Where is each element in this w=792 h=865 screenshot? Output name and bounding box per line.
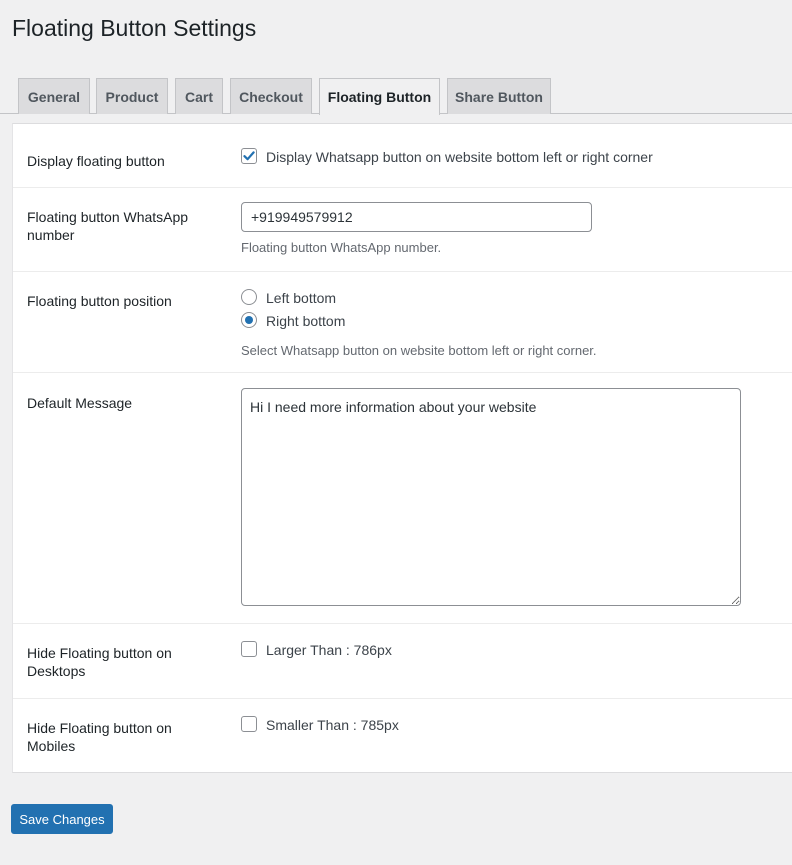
- display-floating-button-checkbox[interactable]: [241, 148, 257, 164]
- display-floating-button-checkbox-label: Display Whatsapp button on website botto…: [266, 149, 653, 165]
- hide-on-desktops-label: Hide Floating button on Desktops: [27, 645, 172, 679]
- position-left-bottom-radio[interactable]: [241, 289, 257, 305]
- page-title: Floating Button Settings: [12, 15, 257, 41]
- whatsapp-number-label: Floating button WhatsApp number: [27, 209, 189, 243]
- settings-row-display: Display floating button Display Whatsapp…: [13, 124, 792, 188]
- settings-panel: Display floating button Display Whatsapp…: [12, 123, 792, 773]
- default-message-label: Default Message: [27, 395, 133, 411]
- tab-share-button[interactable]: Share Button: [447, 78, 551, 114]
- hide-on-mobiles-label: Hide Floating button on Mobiles: [27, 720, 172, 754]
- settings-row-message: Default Message Hi I need more informati…: [13, 373, 792, 624]
- tab-cart[interactable]: Cart: [175, 78, 223, 114]
- tab-general[interactable]: General: [18, 78, 90, 114]
- position-right-bottom-label: Right bottom: [266, 313, 346, 329]
- settings-row-number: Floating button WhatsApp number Floating…: [13, 188, 792, 272]
- tab-checkout[interactable]: Checkout: [230, 78, 312, 114]
- checkmark-icon: [243, 151, 255, 161]
- display-floating-button-label: Display floating button: [27, 153, 165, 169]
- tab-floating-button[interactable]: Floating Button: [319, 78, 440, 115]
- tab-product[interactable]: Product: [96, 78, 168, 114]
- hide-on-mobiles-checkbox[interactable]: [241, 716, 257, 732]
- save-changes-button[interactable]: Save Changes: [11, 804, 113, 834]
- default-message-textarea[interactable]: Hi I need more information about your we…: [241, 388, 741, 606]
- settings-row-hide-desktop: Hide Floating button on Desktops Larger …: [13, 624, 792, 699]
- hide-on-desktops-checkbox[interactable]: [241, 641, 257, 657]
- position-right-bottom-radio[interactable]: [241, 312, 257, 328]
- whatsapp-number-input[interactable]: [241, 202, 592, 232]
- tab-bar: General Product Cart Checkout Floating B…: [0, 78, 792, 115]
- hide-on-desktops-checkbox-label: Larger Than : 786px: [266, 642, 392, 658]
- settings-row-hide-mobile: Hide Floating button on Mobiles Smaller …: [13, 699, 792, 774]
- floating-button-position-label: Floating button position: [27, 293, 172, 309]
- settings-row-position: Floating button position Left bottom Rig…: [13, 272, 792, 373]
- whatsapp-number-description: Floating button WhatsApp number.: [241, 240, 442, 255]
- position-left-bottom-label: Left bottom: [266, 290, 337, 306]
- hide-on-mobiles-checkbox-label: Smaller Than : 785px: [266, 717, 399, 733]
- floating-button-position-description: Select Whatsapp button on website bottom…: [241, 343, 597, 358]
